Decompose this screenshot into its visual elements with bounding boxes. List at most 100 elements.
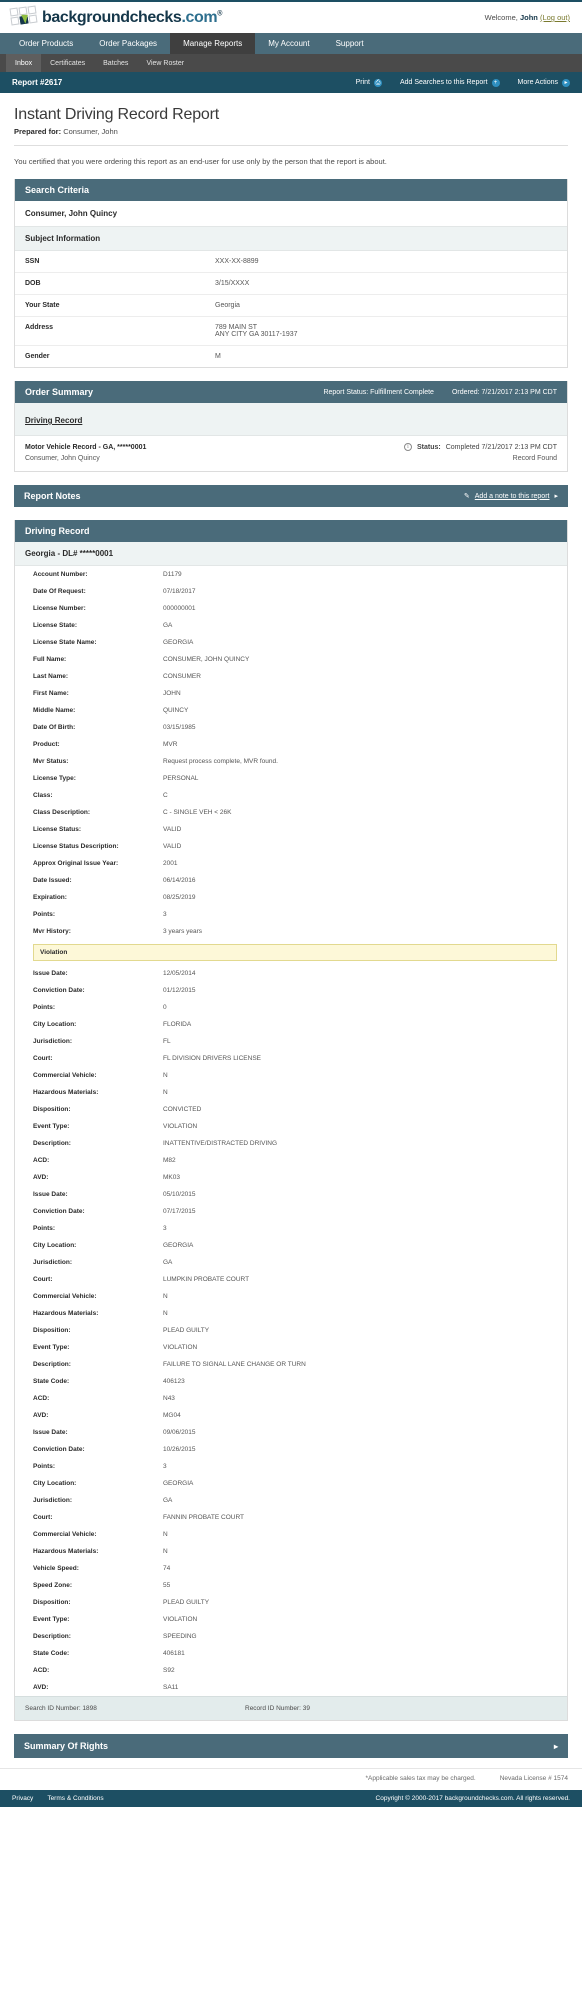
- add-note-button[interactable]: ✎ Add a note to this report ▸: [463, 492, 558, 501]
- privacy-link[interactable]: Privacy: [12, 1795, 33, 1802]
- add-searches-button[interactable]: Add Searches to this Report +: [400, 78, 500, 87]
- record-field-value: N: [163, 1293, 168, 1300]
- pencil-icon: ✎: [463, 493, 470, 500]
- record-field-value: VIOLATION: [163, 1616, 198, 1623]
- record-field-label: Court:: [33, 1055, 53, 1062]
- record-field-label: Middle Name:: [33, 707, 76, 714]
- record-field-row: Jurisdiction: GA: [15, 1254, 567, 1271]
- record-field-row: Class: C: [15, 787, 567, 804]
- record-field-value: GA: [163, 1497, 173, 1504]
- more-actions-button[interactable]: More Actions ▸: [518, 78, 570, 87]
- order-summary-header: Order Summary Report Status: Fulfillment…: [15, 381, 567, 403]
- nav-support[interactable]: Support: [323, 33, 377, 54]
- record-field-label: AVD:: [33, 1412, 49, 1419]
- page-content: Instant Driving Record Report Prepared f…: [0, 93, 582, 1758]
- record-field-label: Commercial Vehicle:: [33, 1072, 97, 1079]
- add-note-label: Add a note to this report: [474, 492, 550, 500]
- record-field-value: FANNIN PROBATE COURT: [163, 1514, 245, 1521]
- record-field-label: Description:: [33, 1140, 71, 1147]
- record-field-value: GA: [163, 1259, 173, 1266]
- record-field-label: Class Description:: [33, 809, 91, 816]
- record-field-value: N43: [163, 1395, 175, 1402]
- record-field-row: Approx Original Issue Year: 2001: [15, 855, 567, 872]
- record-field-label: Date Of Request:: [33, 588, 86, 595]
- record-field-label: License State:: [33, 622, 78, 629]
- prepared-label: Prepared for:: [14, 127, 62, 136]
- record-field-value: 01/12/2015: [163, 987, 196, 994]
- record-field-value: 2001: [163, 860, 178, 867]
- record-field-label: Date Issued:: [33, 877, 72, 884]
- record-field-row: Event Type: VIOLATION: [15, 1118, 567, 1135]
- record-field-label: Full Name:: [33, 656, 67, 663]
- record-field-row: Court: FL DIVISION DRIVERS LICENSE: [15, 1050, 567, 1067]
- field-label: Gender: [25, 353, 50, 360]
- nav-order-packages[interactable]: Order Packages: [86, 33, 170, 54]
- record-field-value: N: [163, 1310, 168, 1317]
- record-field-label: AVD:: [33, 1174, 49, 1181]
- report-action-bar: Report #2617 Print ⎙ Add Searches to thi…: [0, 72, 582, 93]
- chevron-right-icon: ▸: [562, 78, 570, 87]
- record-field-value: MG04: [163, 1412, 181, 1419]
- nav-manage-reports[interactable]: Manage Reports: [170, 33, 256, 54]
- subnav-view-roster[interactable]: View Roster: [137, 54, 193, 72]
- terms-link[interactable]: Terms & Conditions: [47, 1795, 103, 1802]
- brand-bar: backgroundchecks.com® Welcome, John (Log…: [0, 0, 582, 33]
- record-field-label: Class:: [33, 792, 53, 799]
- driving-record-link[interactable]: Driving Record: [25, 416, 82, 425]
- field-ssn: SSN XXX-XX-8899: [15, 251, 567, 273]
- record-field-row: Points: 3: [15, 906, 567, 923]
- record-field-value: D1179: [163, 571, 182, 578]
- nav-order-products[interactable]: Order Products: [6, 33, 86, 54]
- record-field-label: Jurisdiction:: [33, 1259, 73, 1266]
- record-field-value: 05/10/2015: [163, 1191, 196, 1198]
- record-field-row: Commercial Vehicle: N: [15, 1526, 567, 1543]
- subject-name: Consumer, John Quincy: [25, 209, 118, 218]
- record-field-label: ACD:: [33, 1157, 50, 1164]
- record-field-label: Disposition:: [33, 1599, 71, 1606]
- nav-my-account[interactable]: My Account: [255, 33, 322, 54]
- logout-link[interactable]: (Log out): [540, 13, 570, 22]
- record-field-row: City Location: GEORGIA: [15, 1237, 567, 1254]
- record-field-value: CONSUMER, JOHN QUINCY: [163, 656, 250, 663]
- record-field-value: VIOLATION: [163, 1344, 198, 1351]
- brand-trademark: ®: [217, 10, 222, 18]
- search-criteria-header: Search Criteria: [15, 179, 567, 201]
- record-field-label: License State Name:: [33, 639, 97, 646]
- subnav-inbox[interactable]: Inbox: [6, 54, 42, 72]
- subnav-certificates[interactable]: Certificates: [41, 54, 94, 72]
- record-field-value: INATTENTIVE/DISTRACTED DRIVING: [163, 1140, 277, 1147]
- record-field-value: 000000001: [163, 605, 196, 612]
- field-label: SSN: [25, 258, 40, 265]
- record-field-row: Points: 3: [15, 1458, 567, 1475]
- brand-logo-group[interactable]: backgroundchecks.com®: [9, 4, 222, 30]
- record-field-row: Disposition: PLEAD GUILTY: [15, 1322, 567, 1339]
- record-field-row: ACD: N43: [15, 1390, 567, 1407]
- record-field-row: Middle Name: QUINCY: [15, 702, 567, 719]
- page-footer: Privacy Terms & Conditions Copyright © 2…: [0, 1790, 582, 1807]
- record-field-row: Date Of Birth: 03/15/1985: [15, 719, 567, 736]
- record-field-value: N: [163, 1089, 168, 1096]
- brand-wordmark: backgroundchecks.com®: [42, 9, 222, 27]
- page-title: Instant Driving Record Report: [14, 106, 219, 123]
- field-label: Address: [25, 324, 54, 331]
- subnav-batches[interactable]: Batches: [94, 54, 137, 72]
- record-field-row: Court: LUMPKIN PROBATE COURT: [15, 1271, 567, 1288]
- record-field-row: Issue Date: 09/06/2015: [15, 1424, 567, 1441]
- record-field-value: 10/26/2015: [163, 1446, 196, 1453]
- record-result: Record Found: [512, 455, 557, 462]
- driving-record-fields: Account Number: D1179 Date Of Request: 07/1…: [15, 566, 567, 940]
- record-field-label: License Status Description:: [33, 843, 119, 850]
- record-field-value: PERSONAL: [163, 775, 199, 782]
- record-field-label: Event Type:: [33, 1123, 70, 1130]
- field-label: DOB: [25, 280, 41, 287]
- record-field-row: Description: SPEEDING: [15, 1628, 567, 1645]
- record-field-value: FAILURE TO SIGNAL LANE CHANGE OR TURN: [163, 1361, 306, 1368]
- main-navigation: Order Products Order Packages Manage Rep…: [0, 33, 582, 54]
- record-field-value: SA11: [163, 1684, 179, 1691]
- field-dob: DOB 3/15/XXXX: [15, 273, 567, 295]
- summary-of-rights-header[interactable]: Summary Of Rights ▸: [14, 1734, 568, 1758]
- field-address: Address 789 MAIN ST ANY CITY GA 30117-19…: [15, 317, 567, 346]
- print-button[interactable]: Print ⎙: [356, 78, 382, 87]
- record-field-label: License Status:: [33, 826, 82, 833]
- record-field-label: Speed Zone:: [33, 1582, 73, 1589]
